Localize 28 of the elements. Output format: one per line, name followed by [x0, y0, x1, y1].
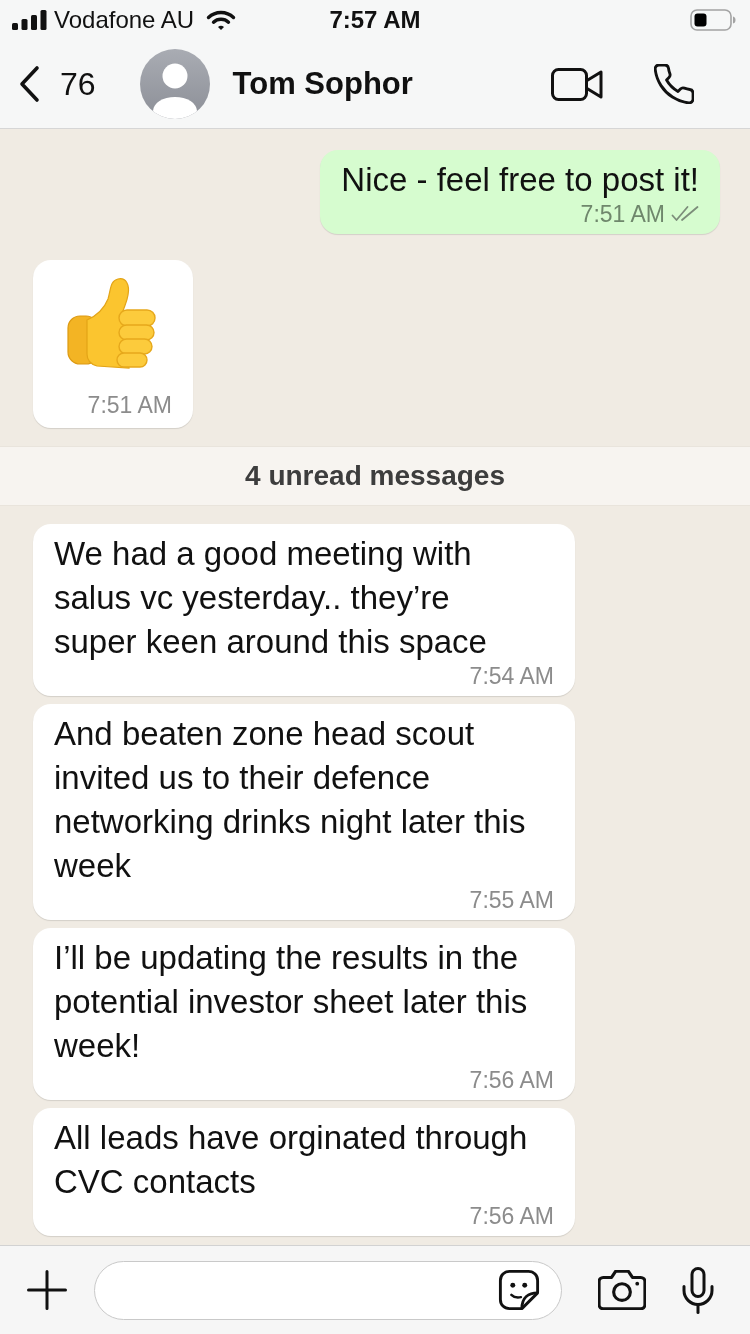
- microphone-icon[interactable]: [682, 1266, 714, 1314]
- message-text: All leads have orginated through CVC contacts: [54, 1118, 529, 1202]
- message-time: 7:56 AM: [469, 1068, 554, 1092]
- message-text: We had a good meeting with salus vc yesterday.. they’re super keen around this space: [54, 534, 488, 662]
- message-time: 7:51 AM: [580, 202, 665, 226]
- plus-icon[interactable]: [27, 1270, 67, 1310]
- message-time: 7:56 AM: [469, 1204, 554, 1228]
- message-time: 7:55 AM: [469, 888, 554, 912]
- phone-icon[interactable]: [654, 64, 694, 104]
- chevron-left-icon: [18, 65, 40, 103]
- back-button[interactable]: 76: [18, 65, 96, 103]
- wifi-icon: [206, 9, 237, 31]
- message-time: 7:54 AM: [469, 664, 554, 688]
- signal-icon: [12, 10, 47, 30]
- message-text: And beaten zone head scout invited us to their defence networking drinks night later this week: [54, 714, 527, 886]
- contact-avatar[interactable]: [139, 49, 210, 119]
- battery-icon: [690, 9, 736, 31]
- sticker-icon[interactable]: [498, 1269, 540, 1311]
- video-camera-icon[interactable]: [551, 67, 603, 101]
- status-time: 7:57 AM: [329, 6, 421, 34]
- unread-label: 4 unread messages: [245, 460, 505, 492]
- message-text: I’ll be updating the results in the potential investor sheet later this week!: [54, 938, 529, 1066]
- carrier-name: Vodafone AU: [54, 6, 195, 34]
- camera-icon[interactable]: [598, 1270, 646, 1310]
- message-text: Nice - feel free to post it!: [341, 160, 699, 200]
- contact-name[interactable]: Tom Sophor: [232, 66, 413, 102]
- thumbs-up-icon: [67, 276, 159, 372]
- message-time: 7:51 AM: [87, 392, 172, 418]
